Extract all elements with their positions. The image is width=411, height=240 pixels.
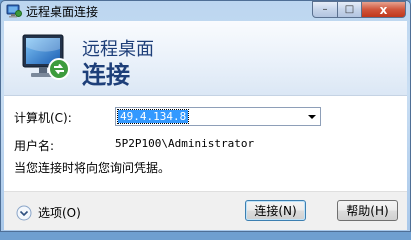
remote-desktop-window: 远程桌面连接 – □ x 远程桌面 连接 计算机(C): 49.4.134.8 … [0,0,411,232]
title-bar[interactable]: 远程桌面连接 – □ x [1,1,410,21]
minimize-button[interactable]: – [312,1,338,18]
help-button[interactable]: 帮助(H) [337,200,398,221]
remote-desktop-icon [6,4,22,18]
options-label[interactable]: 选项(O) [38,204,81,221]
credentials-info-text: 当您连接时将向您询问凭据。 [14,161,171,175]
header-banner: 远程桌面 连接 [4,21,407,96]
window-title: 远程桌面连接 [26,5,99,19]
connect-button[interactable]: 连接(N) [245,200,306,221]
chevron-down-icon[interactable] [16,205,32,221]
computer-combobox[interactable]: 49.4.134.8 [115,107,321,126]
username-value: 5P2P100\Administrator [115,137,255,150]
banner-title: 连接 [82,61,130,89]
options-toggle[interactable]: 选项(O) [16,204,81,221]
window-controls: – □ x [312,1,406,19]
form-area: 计算机(C): 49.4.134.8 用户名: 5P2P100\Administ… [4,96,407,191]
monitor-connection-icon [22,34,70,80]
close-button[interactable]: x [362,1,406,18]
username-label: 用户名: [14,139,55,153]
computer-label: 计算机(C): [14,111,72,125]
dropdown-arrow-icon[interactable] [305,109,319,124]
computer-input[interactable]: 49.4.134.8 [116,109,190,124]
maximize-button[interactable]: □ [338,1,362,18]
footer-bar: 选项(O) 连接(N) 帮助(H) [4,191,407,230]
